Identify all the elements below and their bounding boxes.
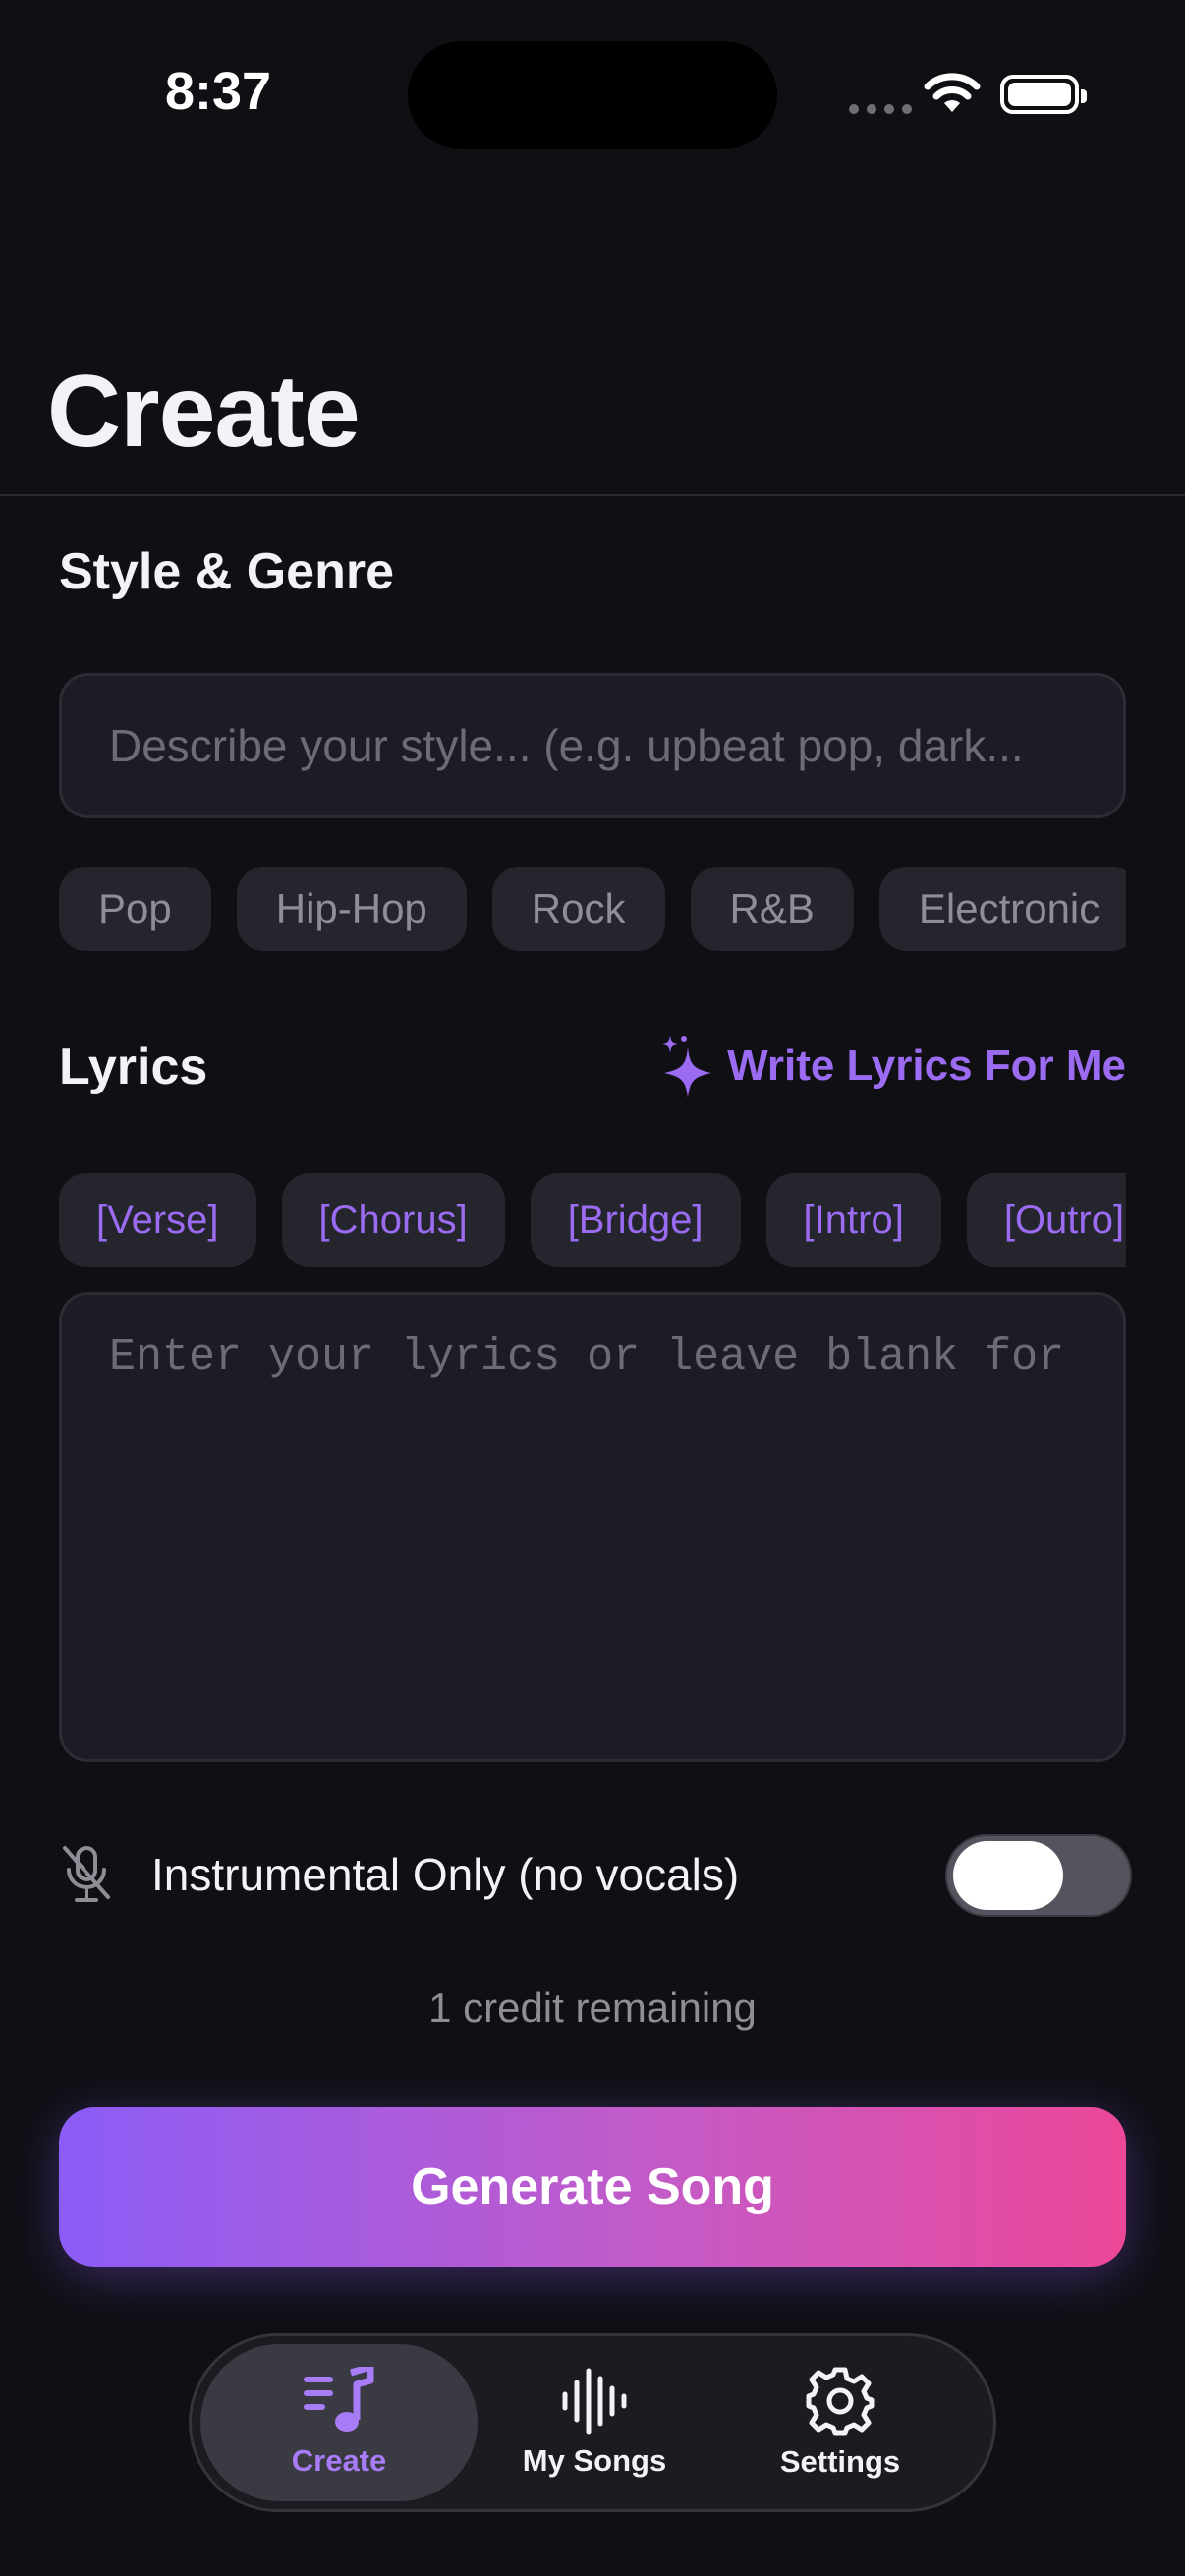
sparkles-icon — [662, 1036, 712, 1098]
genre-chip-row: Pop Hip-Hop Rock R&B Electronic — [59, 867, 1126, 951]
tag-chip-verse[interactable]: [Verse] — [59, 1173, 256, 1267]
lyrics-tag-row: [Verse] [Chorus] [Bridge] [Intro] [Outro… — [59, 1173, 1126, 1267]
wifi-icon — [924, 73, 981, 112]
tag-chip-chorus[interactable]: [Chorus] — [281, 1173, 505, 1267]
tab-settings-label: Settings — [779, 2444, 901, 2479]
cellular-signal-icon — [849, 104, 912, 114]
style-genre-label: Style & Genre — [59, 543, 395, 600]
tag-chip-intro[interactable]: [Intro] — [765, 1173, 941, 1267]
tag-chip-outro[interactable]: [Outro] — [966, 1173, 1126, 1267]
genre-chip-pop[interactable]: Pop — [59, 867, 211, 951]
credits-remaining: 1 credit remaining — [428, 1985, 757, 2031]
instrumental-row: Instrumental Only (no vocals) — [59, 1829, 1132, 1920]
tab-create-label: Create — [291, 2443, 387, 2478]
dynamic-island — [408, 41, 777, 149]
instrumental-label: Instrumental Only (no vocals) — [151, 1849, 740, 1900]
genre-chip-hip-hop[interactable]: Hip-Hop — [236, 867, 467, 951]
music-note-list-icon — [304, 2367, 374, 2432]
tag-chip-bridge[interactable]: [Bridge] — [530, 1173, 741, 1267]
generate-song-button[interactable]: Generate Song — [59, 2107, 1126, 2267]
style-input-container — [59, 673, 1126, 818]
waveform-icon — [562, 2368, 627, 2435]
lyrics-input[interactable] — [107, 1330, 1082, 1727]
tab-my-songs[interactable]: My Songs — [486, 2344, 703, 2501]
gear-icon — [806, 2367, 875, 2436]
genre-chip-electronic[interactable]: Electronic — [878, 867, 1126, 951]
tab-bar: Create My Songs Settings — [189, 2333, 996, 2512]
toggle-knob — [953, 1841, 1063, 1910]
style-input[interactable] — [107, 718, 1078, 773]
genre-chip-rock[interactable]: Rock — [491, 867, 665, 951]
tab-settings[interactable]: Settings — [732, 2344, 948, 2501]
write-lyrics-button[interactable]: Write Lyrics For Me — [658, 1034, 1126, 1098]
lyrics-label: Lyrics — [59, 1038, 208, 1095]
mic-off-icon — [63, 1846, 110, 1902]
genre-chip-rnb[interactable]: R&B — [690, 867, 854, 951]
status-time: 8:37 — [165, 62, 272, 121]
tab-create[interactable]: Create — [200, 2344, 478, 2501]
header-divider — [0, 494, 1185, 496]
lyrics-input-container — [59, 1292, 1126, 1762]
instrumental-toggle[interactable] — [945, 1834, 1132, 1917]
page-title: Create — [47, 355, 361, 469]
tab-my-songs-label: My Songs — [522, 2443, 667, 2478]
write-lyrics-label: Write Lyrics For Me — [727, 1041, 1126, 1090]
battery-icon — [1000, 75, 1087, 114]
